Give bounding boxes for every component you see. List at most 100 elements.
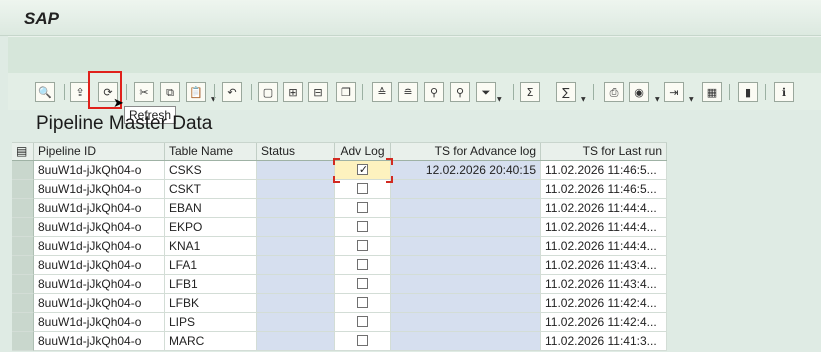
cut-icon: ✂ bbox=[139, 85, 149, 99]
adv-log-checkbox[interactable] bbox=[357, 183, 368, 194]
export-button[interactable]: ⇥ bbox=[664, 82, 684, 102]
column-header-pipeline-id[interactable]: Pipeline ID bbox=[34, 143, 165, 160]
adv-log-checkbox[interactable] bbox=[357, 240, 368, 251]
row-selector[interactable] bbox=[12, 199, 34, 218]
layout-button[interactable]: ▦ bbox=[702, 82, 722, 102]
cell-adv-log[interactable] bbox=[335, 218, 391, 237]
cell-ts-advance-log[interactable] bbox=[391, 218, 541, 237]
column-header-ts-last-run[interactable]: TS for Last run bbox=[541, 143, 667, 160]
cell-ts-advance-log[interactable] bbox=[391, 275, 541, 294]
cell-adv-log[interactable] bbox=[335, 313, 391, 332]
dropdown-arrow-icon[interactable]: ▼ bbox=[689, 96, 694, 103]
table-row[interactable]: 8uuW1d-jJkQh04-o EBAN 11.02.2026 11:44:4..… bbox=[12, 199, 667, 218]
cell-ts-advance-log[interactable] bbox=[391, 199, 541, 218]
cell-adv-log[interactable] bbox=[335, 237, 391, 256]
cell-status[interactable] bbox=[257, 313, 335, 332]
table-row[interactable]: 8uuW1d-jJkQh04-o LFBK 11.02.2026 11:42:4..… bbox=[12, 294, 667, 313]
sort-ascending-button[interactable]: ≙ bbox=[372, 82, 392, 102]
table-settings-icon[interactable]: ▤ bbox=[12, 143, 34, 160]
dropdown-arrow-icon[interactable]: ▼ bbox=[581, 96, 586, 103]
cell-adv-log[interactable] bbox=[335, 275, 391, 294]
column-header-status[interactable]: Status bbox=[257, 143, 335, 160]
adv-log-checkbox[interactable] bbox=[357, 278, 368, 289]
table-row[interactable]: 8uuW1d-jJkQh04-o LIPS 11.02.2026 11:42:4..… bbox=[12, 313, 667, 332]
title-bar: SAP bbox=[0, 0, 821, 36]
row-selector[interactable] bbox=[12, 332, 34, 351]
find-button[interactable]: ⚲ bbox=[424, 82, 444, 102]
cell-status[interactable] bbox=[257, 218, 335, 237]
choose-button[interactable]: ⇪ bbox=[70, 82, 90, 102]
info-button[interactable]: ℹ bbox=[774, 82, 794, 102]
new-row-button[interactable]: ▢ bbox=[258, 82, 278, 102]
cell-adv-log[interactable] bbox=[335, 256, 391, 275]
column-header-table-name[interactable]: Table Name bbox=[165, 143, 257, 160]
cell-status[interactable] bbox=[257, 237, 335, 256]
row-selector[interactable] bbox=[12, 218, 34, 237]
cell-adv-log[interactable]: ✓ bbox=[335, 161, 391, 180]
cell-status[interactable] bbox=[257, 332, 335, 351]
cell-ts-advance-log[interactable] bbox=[391, 313, 541, 332]
adv-log-checkbox[interactable] bbox=[357, 202, 368, 213]
cell-ts-advance-log[interactable]: 12.02.2026 20:40:15 bbox=[391, 161, 541, 180]
adv-log-checkbox[interactable] bbox=[357, 259, 368, 270]
cell-status[interactable] bbox=[257, 256, 335, 275]
adv-log-checkbox[interactable] bbox=[357, 316, 368, 327]
sort-descending-button[interactable]: ≘ bbox=[398, 82, 418, 102]
adv-log-checkbox[interactable] bbox=[357, 335, 368, 346]
cell-adv-log[interactable] bbox=[335, 332, 391, 351]
cell-ts-last-run: 11.02.2026 11:43:4... bbox=[541, 256, 667, 275]
delete-row-button[interactable]: ⊟ bbox=[308, 82, 328, 102]
undo-icon: ↶ bbox=[227, 85, 237, 99]
table-row[interactable]: 8uuW1d-jJkQh04-o LFB1 11.02.2026 11:43:4..… bbox=[12, 275, 667, 294]
cell-status[interactable] bbox=[257, 275, 335, 294]
toolbar-separator bbox=[765, 84, 766, 100]
details-button[interactable]: 🔍 bbox=[35, 82, 55, 102]
cell-status[interactable] bbox=[257, 180, 335, 199]
table-row[interactable]: 8uuW1d-jJkQh04-o MARC 11.02.2026 11:41:3..… bbox=[12, 332, 667, 351]
cell-status[interactable] bbox=[257, 199, 335, 218]
row-selector[interactable] bbox=[12, 180, 34, 199]
cell-adv-log[interactable] bbox=[335, 180, 391, 199]
adv-log-checkbox[interactable] bbox=[357, 297, 368, 308]
dropdown-arrow-icon[interactable]: ▼ bbox=[497, 96, 502, 103]
row-selector[interactable] bbox=[12, 161, 34, 180]
row-selector[interactable] bbox=[12, 237, 34, 256]
cell-ts-advance-log[interactable] bbox=[391, 237, 541, 256]
column-header-adv-log[interactable]: Adv Log bbox=[335, 143, 391, 160]
filter-button[interactable]: ⏷ bbox=[476, 82, 496, 102]
cell-adv-log[interactable] bbox=[335, 199, 391, 218]
table-row[interactable]: 8uuW1d-jJkQh04-o KNA1 11.02.2026 11:44:4..… bbox=[12, 237, 667, 256]
toolbar-separator bbox=[513, 84, 514, 100]
duplicate-row-button[interactable]: ❐ bbox=[336, 82, 356, 102]
row-selector[interactable] bbox=[12, 275, 34, 294]
cell-ts-advance-log[interactable] bbox=[391, 180, 541, 199]
table-row[interactable]: 8uuW1d-jJkQh04-o EKPO 11.02.2026 11:44:4..… bbox=[12, 218, 667, 237]
views-button[interactable]: ◉ bbox=[629, 82, 649, 102]
subtotal-button[interactable]: ∑ bbox=[556, 82, 576, 102]
cell-ts-advance-log[interactable] bbox=[391, 332, 541, 351]
dropdown-arrow-icon[interactable]: ▼ bbox=[655, 96, 660, 103]
graphic-button[interactable]: ▮ bbox=[738, 82, 758, 102]
adv-log-checkbox[interactable] bbox=[357, 221, 368, 232]
undo-button[interactable]: ↶ bbox=[222, 82, 242, 102]
print-button[interactable]: ⎙ bbox=[604, 82, 624, 102]
copy-button[interactable]: ⧉ bbox=[160, 82, 180, 102]
sum-button[interactable]: Σ bbox=[520, 82, 540, 102]
cell-pipeline-id: 8uuW1d-jJkQh04-o bbox=[34, 180, 165, 199]
cell-status[interactable] bbox=[257, 161, 335, 180]
cell-ts-advance-log[interactable] bbox=[391, 294, 541, 313]
cut-button[interactable]: ✂ bbox=[134, 82, 154, 102]
cell-adv-log[interactable] bbox=[335, 294, 391, 313]
column-header-ts-advance-log[interactable]: TS for Advance log bbox=[391, 143, 541, 160]
cell-ts-advance-log[interactable] bbox=[391, 256, 541, 275]
adv-log-checkbox[interactable]: ✓ bbox=[357, 163, 368, 176]
cell-table-name: CSKS bbox=[165, 161, 257, 180]
row-selector[interactable] bbox=[12, 294, 34, 313]
insert-row-button[interactable]: ⊞ bbox=[283, 82, 303, 102]
cell-status[interactable] bbox=[257, 294, 335, 313]
row-selector[interactable] bbox=[12, 256, 34, 275]
paste-button[interactable]: 📋 bbox=[186, 82, 206, 102]
row-selector[interactable] bbox=[12, 313, 34, 332]
find-next-button[interactable]: ⚲ bbox=[450, 82, 470, 102]
table-row[interactable]: 8uuW1d-jJkQh04-o LFA1 11.02.2026 11:43:4..… bbox=[12, 256, 667, 275]
